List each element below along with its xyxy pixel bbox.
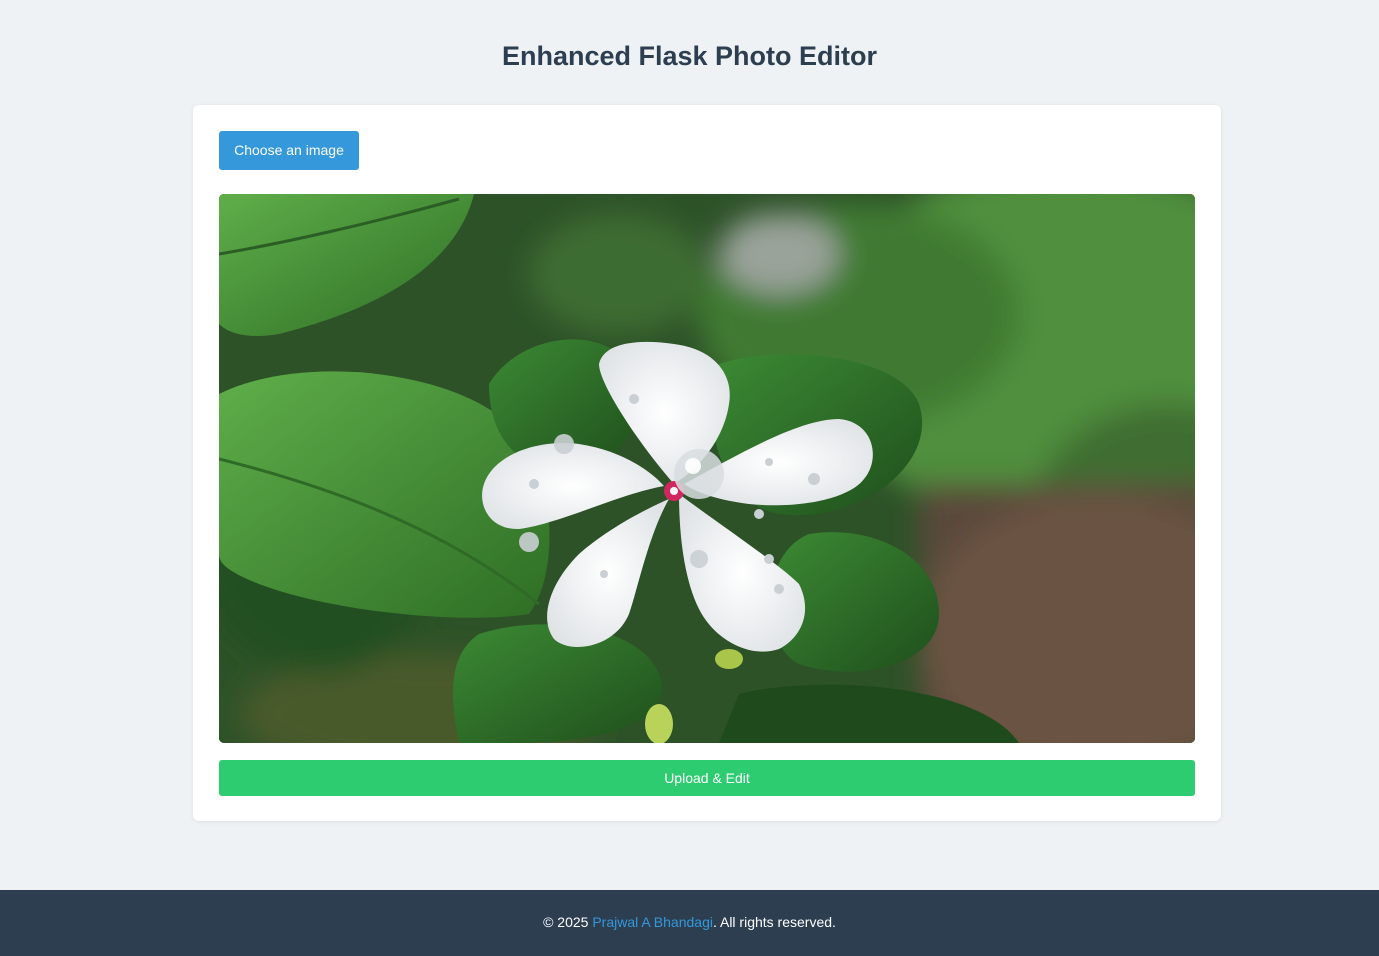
footer-copyright-suffix: . All rights reserved. bbox=[712, 914, 836, 930]
page-title: Enhanced Flask Photo Editor bbox=[501, 41, 878, 71]
choose-image-button[interactable]: Choose an image bbox=[219, 131, 359, 170]
footer: © 2025 Prajwal A Bhandagi. All rights re… bbox=[0, 890, 1379, 956]
image-preview bbox=[219, 194, 1195, 743]
footer-copyright-prefix: © 2025 bbox=[543, 914, 593, 930]
preview-image bbox=[219, 194, 1195, 743]
upload-edit-button[interactable]: Upload & Edit bbox=[219, 760, 1195, 796]
editor-card: Choose an image Upload & Edit bbox=[193, 105, 1221, 821]
page: Enhanced Flask Photo Editor Choose an im… bbox=[0, 0, 1379, 956]
author-link[interactable]: Prajwal A Bhandagi bbox=[592, 914, 713, 930]
